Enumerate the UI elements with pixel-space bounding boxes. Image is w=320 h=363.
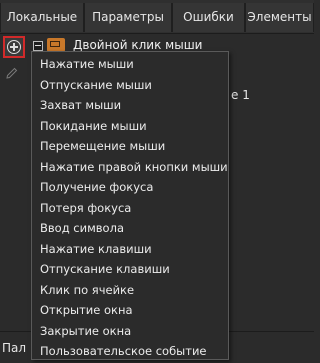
tab-parameters[interactable]: Параметры (84, 3, 172, 32)
event-icon (47, 38, 65, 52)
tab-local[interactable]: Локальные (0, 3, 84, 32)
menu-item[interactable]: Перемещение мыши (32, 136, 228, 157)
menu-item[interactable]: Закрытие окна (32, 321, 228, 342)
tab-bar: Локальные Параметры Ошибки Элементы (0, 0, 314, 34)
menu-item[interactable]: Потеря фокуса (32, 198, 228, 219)
menu-item[interactable]: Отпускание клавиши (32, 259, 228, 280)
partially-hidden-text: е 1 (231, 88, 250, 102)
menu-item[interactable]: Нажатие клавиши (32, 239, 228, 260)
menu-item[interactable]: Пользовательское событие (32, 341, 228, 362)
bottom-tab[interactable]: Пал (0, 334, 26, 363)
menu-item[interactable]: Покидание мыши (32, 116, 228, 137)
menu-item[interactable]: Захват мыши (32, 95, 228, 116)
menu-item[interactable]: Отпускание мыши (32, 75, 228, 96)
menu-item[interactable]: Ввод символа (32, 218, 228, 239)
menu-item[interactable]: Нажатие мыши (32, 54, 228, 75)
menu-item[interactable]: Клик по ячейке (32, 280, 228, 301)
collapse-toggle-icon[interactable] (33, 41, 43, 51)
tab-errors[interactable]: Ошибки (172, 3, 245, 32)
tab-elements[interactable]: Элементы (245, 3, 314, 32)
menu-item[interactable]: Нажатие правой кнопки мыши (32, 157, 228, 178)
add-event-button[interactable] (3, 36, 25, 58)
event-context-menu: Нажатие мыши Отпускание мыши Захват мыши По… (31, 51, 229, 360)
menu-item[interactable]: Открытие окна (32, 300, 228, 321)
tree-item-label[interactable]: Двойной клик мыши (73, 38, 202, 52)
pencil-icon[interactable] (6, 67, 18, 79)
plus-circle-icon (7, 40, 21, 54)
menu-item[interactable]: Получение фокуса (32, 177, 228, 198)
